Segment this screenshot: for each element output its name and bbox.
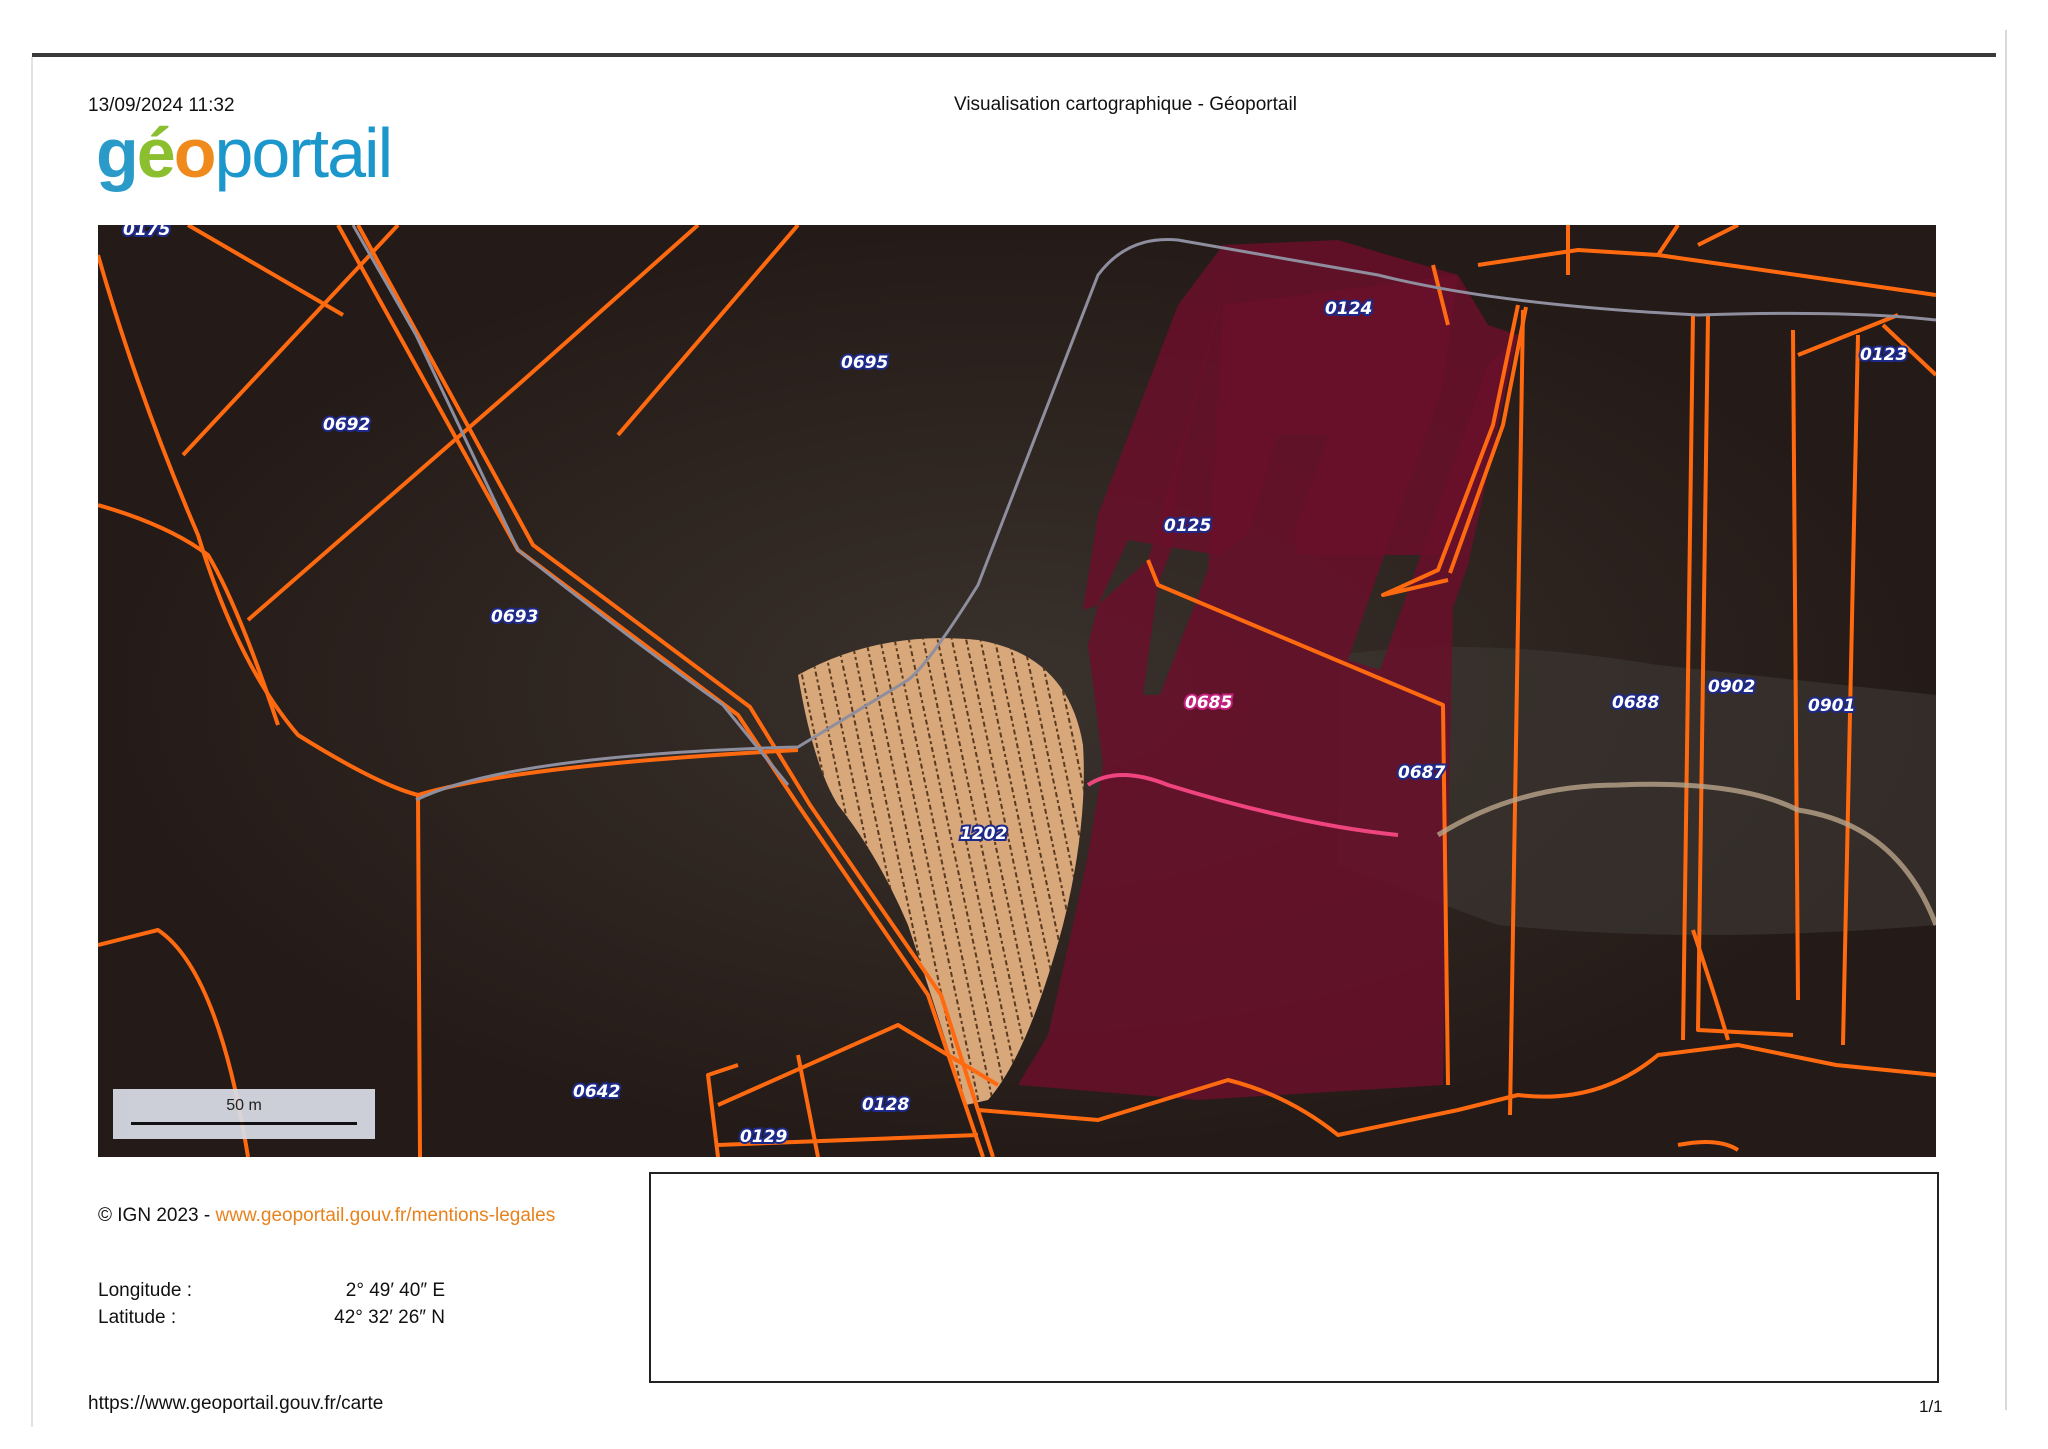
credit-text: © IGN 2023 - xyxy=(98,1205,216,1226)
parcel-label: 0695 xyxy=(841,353,888,373)
footer-url: https://www.geoportail.gouv.fr/carte xyxy=(88,1393,384,1414)
coordinates-block: Longitude : 2° 49′ 40″ E Latitude : 42° … xyxy=(98,1277,445,1331)
page-title: Visualisation cartographique - Géoportai… xyxy=(954,94,1297,115)
parcel-label: 0175 xyxy=(123,225,170,240)
parcel-label: 0129 xyxy=(740,1127,787,1147)
logo-letter-o: o xyxy=(173,114,217,192)
copyright-credit: © IGN 2023 - www.geoportail.gouv.fr/ment… xyxy=(98,1205,555,1227)
geoportail-logo: géoportail xyxy=(96,118,393,188)
logo-letter-e: é xyxy=(136,114,176,192)
right-rule xyxy=(2005,30,2007,1410)
parcel-label: 0125 xyxy=(1164,516,1211,536)
parcel-label: 0902 xyxy=(1708,677,1755,697)
legal-notice-link[interactable]: www.geoportail.gouv.fr/mentions-legales xyxy=(216,1205,556,1226)
logo-word-portail: portail xyxy=(214,114,393,192)
parcel-label: 0128 xyxy=(862,1095,909,1115)
parcel-label: 1202 xyxy=(960,824,1007,844)
parcel-label: 0687 xyxy=(1398,763,1445,783)
longitude-value: 2° 49′ 40″ E xyxy=(345,1280,445,1301)
cadastral-map: 0175 0692 0695 0124 0123 0125 0693 0685 … xyxy=(98,225,1936,1157)
logo-letter-g: g xyxy=(96,114,139,192)
parcel-label: 0901 xyxy=(1808,696,1855,716)
parcel-label: 0688 xyxy=(1612,693,1659,713)
parcel-label: 0124 xyxy=(1325,299,1372,319)
parcel-label: 0692 xyxy=(323,415,370,435)
parcel-label: 0642 xyxy=(573,1082,620,1102)
left-rule xyxy=(31,57,33,1427)
scale-label: 50 m xyxy=(226,1097,262,1114)
parcel-label: 0685 xyxy=(1185,693,1232,713)
map-view[interactable]: 0175 0692 0695 0124 0123 0125 0693 0685 … xyxy=(98,225,1936,1157)
parcel-label: 0123 xyxy=(1860,345,1907,365)
parcel-label: 0693 xyxy=(491,607,538,627)
scale-bar: 50 m xyxy=(113,1089,375,1139)
scale-line xyxy=(131,1122,357,1125)
top-rule xyxy=(32,53,1996,57)
page-number: 1/1 xyxy=(1919,1397,1943,1416)
latitude-value: 42° 32′ 26″ N xyxy=(334,1307,445,1328)
notes-box xyxy=(649,1172,1939,1383)
